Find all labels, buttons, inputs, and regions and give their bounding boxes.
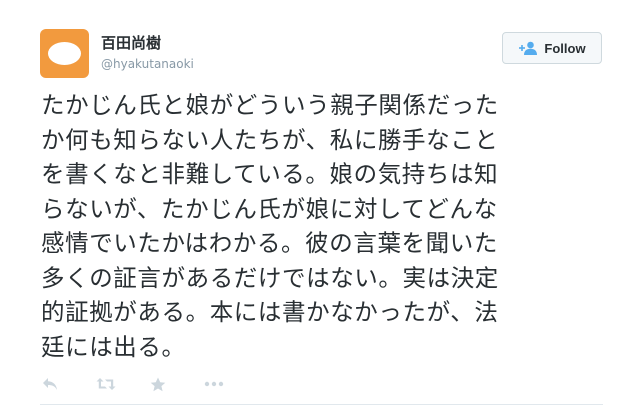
more-dots-icon — [204, 381, 224, 387]
reply-icon — [43, 378, 57, 390]
retweet-icon — [96, 378, 116, 390]
favorite-button[interactable] — [150, 374, 204, 394]
follow-button[interactable]: Follow — [502, 32, 602, 64]
tweet-text: たかじん氏と娘がどういう親子関係だった か何も知らない人たちが、私に勝手なこと … — [41, 91, 499, 361]
favorite-star-icon — [150, 377, 166, 391]
follow-person-plus-icon — [519, 41, 538, 55]
reply-button[interactable] — [42, 374, 96, 394]
default-egg-avatar-icon — [48, 42, 81, 65]
follow-button-label: Follow — [544, 40, 586, 56]
user-handle[interactable]: @hyakutanaoki — [101, 56, 194, 72]
divider — [40, 404, 603, 405]
avatar[interactable] — [40, 29, 89, 78]
more-button[interactable] — [204, 374, 258, 394]
user-display-name[interactable]: 百田尚樹 — [101, 34, 161, 52]
retweet-button[interactable] — [96, 374, 150, 394]
tweet-actions — [42, 374, 258, 394]
tweet-card: 百田尚樹 @hyakutanaoki Follow たかじん氏と娘がどういう親子… — [0, 0, 643, 408]
